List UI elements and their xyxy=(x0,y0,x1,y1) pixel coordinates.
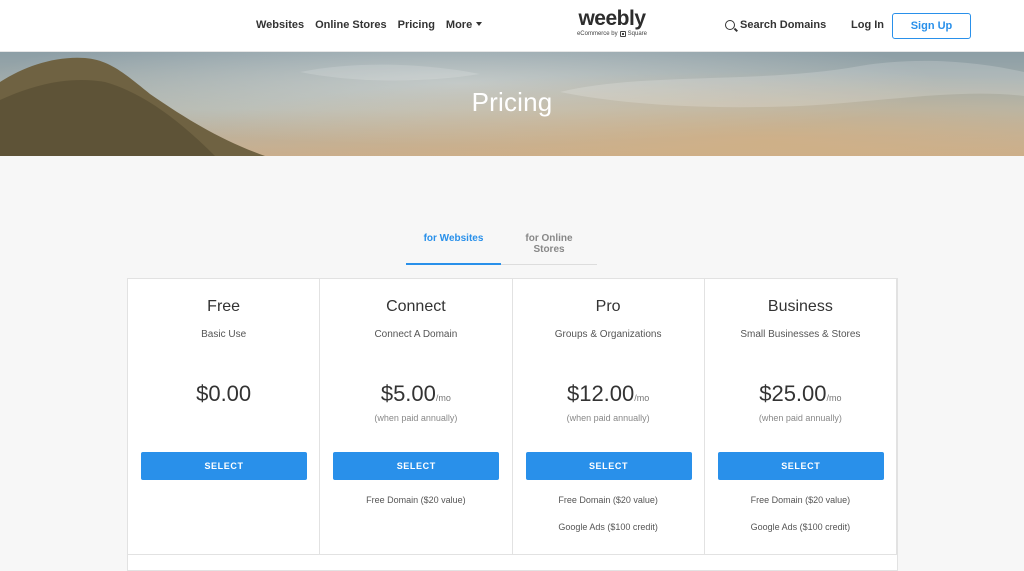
plan-subtitle: Small Businesses & Stores xyxy=(740,329,861,340)
plan-billing-note: (when paid annually) xyxy=(374,413,458,423)
plan-feature: Google Ads ($100 credit) xyxy=(750,522,851,532)
logo-wordmark: weebly xyxy=(578,7,646,30)
plan-name: Business xyxy=(767,298,833,315)
plan-name: Pro xyxy=(595,298,621,315)
plan-feature: Free Domain ($20 value) xyxy=(750,495,851,505)
plan-card-connect: Connect Connect A Domain $5.00/mo (when … xyxy=(320,279,513,554)
tab-websites[interactable]: for Websites xyxy=(406,226,501,265)
plan-subtitle: Basic Use xyxy=(201,329,247,340)
nav-online-stores-link[interactable]: Online Stores xyxy=(315,19,387,31)
search-domains-link[interactable]: Search Domains xyxy=(725,19,826,31)
plan-billing-note: (when paid annually) xyxy=(566,413,650,423)
plan-feature: Free Domain ($20 value) xyxy=(558,495,658,505)
plans-table: Free Basic Use $0.00 SELECT Connect Conn… xyxy=(127,278,898,571)
select-pro-button[interactable]: SELECT xyxy=(525,452,692,480)
plans-divider xyxy=(128,554,897,555)
search-icon xyxy=(725,20,735,30)
plan-card-pro: Pro Groups & Organizations $12.00/mo (wh… xyxy=(513,279,705,554)
plan-billing-note: (when paid annually) xyxy=(758,413,842,423)
caret-down-icon xyxy=(476,22,483,26)
page-title: Pricing xyxy=(471,87,553,117)
login-link[interactable]: Log In xyxy=(851,19,884,31)
plan-feature: Free Domain ($20 value) xyxy=(366,495,466,505)
signup-button[interactable]: Sign Up xyxy=(892,13,971,39)
square-logo-icon xyxy=(619,31,626,37)
pricing-tabs: for Websites for Online Stores xyxy=(406,226,597,265)
plan-price: $0.00 xyxy=(128,381,319,407)
plan-subtitle: Groups & Organizations xyxy=(554,329,662,340)
nav-websites-link[interactable]: Websites xyxy=(256,19,304,31)
tab-online-stores[interactable]: for Online Stores xyxy=(501,226,597,265)
weebly-logo[interactable]: weebly eCommerce by Square xyxy=(566,8,658,37)
logo-tagline-text: eCommerce by xyxy=(576,31,618,37)
main-nav: Websites Online Stores Pricing More xyxy=(256,19,483,31)
select-connect-button[interactable]: SELECT xyxy=(333,452,500,480)
select-free-button[interactable]: SELECT xyxy=(141,452,307,480)
logo-brand: Square xyxy=(627,31,648,37)
plan-price-amount: $5.00 xyxy=(380,381,436,406)
plan-price-period: /mo xyxy=(435,393,451,403)
plan-price-amount: $25.00 xyxy=(759,381,827,406)
plan-price: $12.00/mo xyxy=(513,381,704,407)
hero-banner: Pricing xyxy=(0,52,1024,156)
plan-price: $5.00/mo xyxy=(320,381,511,407)
plan-card-business: Business Small Businesses & Stores $25.0… xyxy=(705,279,897,554)
plan-price: $25.00/mo xyxy=(705,381,896,407)
logo-tagline: eCommerce by Square xyxy=(566,31,658,37)
plan-name: Connect xyxy=(386,298,446,315)
plan-price-amount: $0.00 xyxy=(196,381,252,406)
plan-subtitle: Connect A Domain xyxy=(374,329,458,340)
nav-more-menu[interactable]: More xyxy=(445,19,483,31)
nav-pricing-link[interactable]: Pricing xyxy=(398,19,435,31)
plan-price-period: /mo xyxy=(826,393,842,403)
plan-name: Free xyxy=(207,298,241,315)
plan-price-amount: $12.00 xyxy=(566,381,635,406)
nav-more-label: More xyxy=(445,19,473,31)
top-nav-bar: Websites Online Stores Pricing More weeb… xyxy=(0,0,1024,52)
select-business-button[interactable]: SELECT xyxy=(717,452,884,480)
plan-feature: Google Ads ($100 credit) xyxy=(558,522,658,532)
plan-price-period: /mo xyxy=(634,393,650,403)
plan-card-free: Free Basic Use $0.00 SELECT xyxy=(128,279,321,554)
search-domains-label: Search Domains xyxy=(740,19,827,31)
